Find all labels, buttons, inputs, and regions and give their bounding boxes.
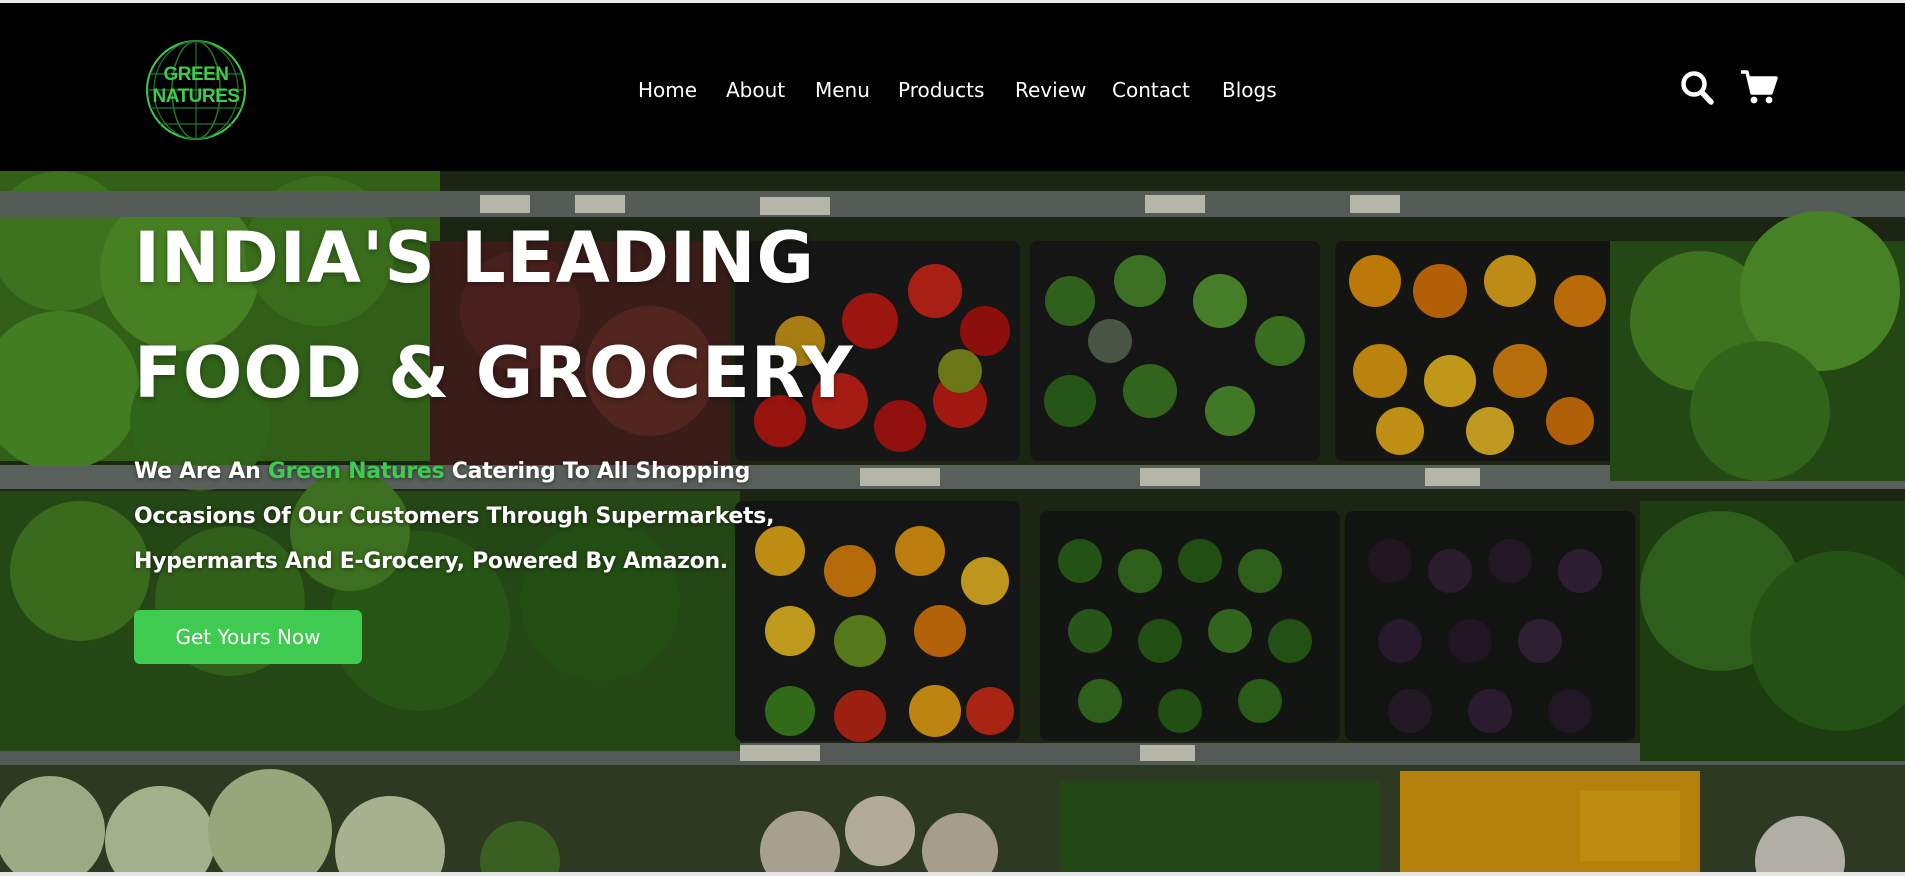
hero-desc-prefix: We Are An <box>134 459 268 484</box>
nav-blogs[interactable]: Blogs <box>1222 75 1277 105</box>
nav-about[interactable]: About <box>726 75 785 105</box>
search-icon[interactable] <box>1680 70 1714 106</box>
hero-desc-brand: Green Natures <box>267 459 445 484</box>
nav-products[interactable]: Products <box>898 75 984 105</box>
nav-review[interactable]: Review <box>1015 75 1086 105</box>
nav-menu[interactable]: Menu <box>815 75 870 105</box>
hero-title-line1: INDIA'S LEADING <box>134 217 815 299</box>
nav-contact[interactable]: Contact <box>1112 75 1190 105</box>
page: GREEN NATURES Home About Menu Products R… <box>0 0 1905 876</box>
nav-home[interactable]: Home <box>638 75 697 105</box>
site-header: GREEN NATURES Home About Menu Products R… <box>0 3 1905 171</box>
bottom-divider <box>0 872 1905 876</box>
main-nav: Home About Menu Products Review Contact … <box>0 75 1905 105</box>
hero-section: INDIA'S LEADING FOOD & GROCERY We Are An… <box>0 171 1905 872</box>
get-yours-now-button[interactable]: Get Yours Now <box>134 610 362 664</box>
hero-description: We Are An Green Natures Catering To All … <box>134 449 854 584</box>
hero-title-line2: FOOD & GROCERY <box>134 332 854 414</box>
cart-icon[interactable] <box>1740 69 1778 105</box>
